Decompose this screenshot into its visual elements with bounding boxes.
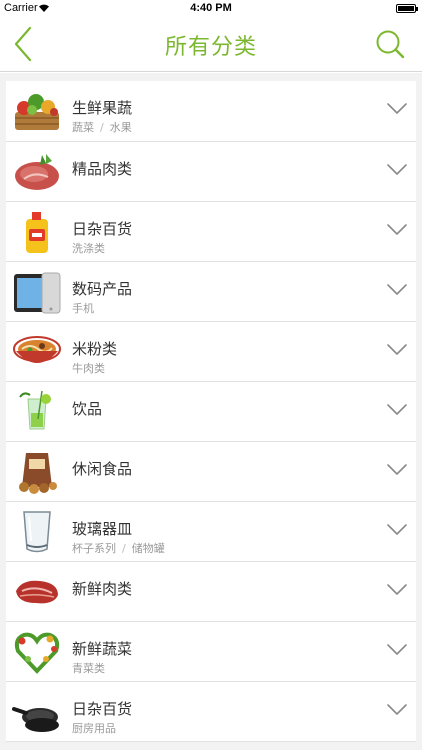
category-row[interactable]: 精品肉类 (6, 142, 416, 202)
snack-bag-icon (12, 449, 62, 495)
category-row[interactable]: 新鲜蔬菜 青菜类 (6, 622, 416, 682)
battery-icon (396, 4, 418, 13)
category-title: 饮品 (72, 400, 103, 418)
category-title: 日杂百货 (72, 700, 133, 718)
chevron-down-icon[interactable] (386, 101, 408, 117)
chevron-down-icon[interactable] (386, 222, 408, 238)
category-title: 日杂百货 (72, 220, 133, 238)
category-title: 新鲜蔬菜 (72, 640, 133, 658)
status-bar: Carrier 4:40 PM (0, 0, 422, 18)
subcategory-link[interactable]: 厨房用品 (72, 722, 116, 735)
category-row[interactable]: 饮品 (6, 382, 416, 442)
category-list: 生鲜果蔬 蔬菜 / 水果 精品肉类 日杂百货 洗涤类 数码产品 手机 米粉类 牛肉类 饮品 休闲食品 玻璃… (6, 81, 416, 742)
navigation-bar: 所有分类 (0, 18, 422, 72)
meat-icon (12, 149, 62, 195)
chevron-down-icon[interactable] (386, 642, 408, 658)
subcategory-link[interactable]: 手机 (72, 302, 94, 315)
tablet-icon (12, 269, 62, 315)
category-title: 精品肉类 (72, 160, 133, 178)
category-row[interactable]: 米粉类 牛肉类 (6, 322, 416, 382)
category-subtitle: 牛肉类 (72, 360, 105, 376)
category-title: 休闲食品 (72, 460, 133, 478)
category-title: 数码产品 (72, 280, 133, 298)
chevron-down-icon[interactable] (386, 582, 408, 598)
category-row[interactable]: 玻璃器皿杯子系列 / 储物罐 (6, 502, 416, 562)
category-row[interactable]: 休闲食品 (6, 442, 416, 502)
drink-glass-icon (12, 389, 62, 435)
vegetable-basket-icon (12, 88, 62, 134)
category-title: 米粉类 (72, 340, 118, 358)
category-title: 新鲜肉类 (72, 580, 133, 598)
chevron-down-icon[interactable] (386, 162, 408, 178)
category-subtitle: 杯子系列 / 储物罐 (72, 540, 165, 556)
category-subtitle: 青菜类 (72, 660, 105, 676)
category-row[interactable]: 新鲜肉类 (6, 562, 416, 622)
noodle-bowl-icon (12, 329, 62, 375)
chevron-down-icon[interactable] (386, 522, 408, 538)
subcategory-separator: / (122, 542, 126, 555)
subcategory-link[interactable]: 青菜类 (72, 662, 105, 675)
steak-icon (12, 569, 62, 615)
subcategory-separator: / (100, 121, 104, 134)
chevron-down-icon[interactable] (386, 342, 408, 358)
chevron-down-icon[interactable] (386, 282, 408, 298)
category-row[interactable]: 生鲜果蔬蔬菜 / 水果 (6, 81, 416, 142)
detergent-bottle-icon (12, 209, 62, 255)
subcategory-link[interactable]: 洗涤类 (72, 242, 105, 255)
category-subtitle: 手机 (72, 300, 94, 316)
subcategory-link[interactable]: 水果 (110, 121, 132, 134)
category-title: 生鲜果蔬 (72, 99, 133, 117)
glass-cup-icon (12, 509, 62, 555)
category-title: 玻璃器皿 (72, 520, 133, 538)
vegetable-heart-icon (12, 629, 62, 675)
category-row[interactable]: 数码产品 手机 (6, 262, 416, 322)
status-time: 4:40 PM (190, 2, 232, 14)
category-subtitle: 厨房用品 (72, 720, 116, 736)
category-row[interactable]: 日杂百货 厨房用品 (6, 682, 416, 742)
search-icon[interactable] (374, 28, 406, 60)
subcategory-link[interactable]: 牛肉类 (72, 362, 105, 375)
chevron-down-icon[interactable] (386, 462, 408, 478)
chevron-down-icon[interactable] (386, 702, 408, 718)
chevron-down-icon[interactable] (386, 402, 408, 418)
frying-pan-icon (12, 689, 62, 735)
page-title: 所有分类 (164, 35, 257, 60)
subcategory-link[interactable]: 储物罐 (132, 542, 165, 555)
category-subtitle: 洗涤类 (72, 240, 105, 256)
subcategory-link[interactable]: 杯子系列 (72, 542, 116, 555)
category-subtitle: 蔬菜 / 水果 (72, 119, 132, 135)
category-row[interactable]: 日杂百货 洗涤类 (6, 202, 416, 262)
subcategory-link[interactable]: 蔬菜 (72, 121, 94, 134)
category-list-container: 生鲜果蔬 蔬菜 / 水果 精品肉类 日杂百货 洗涤类 数码产品 手机 米粉类 牛肉类 饮品 休闲食品 玻璃… (0, 73, 422, 750)
